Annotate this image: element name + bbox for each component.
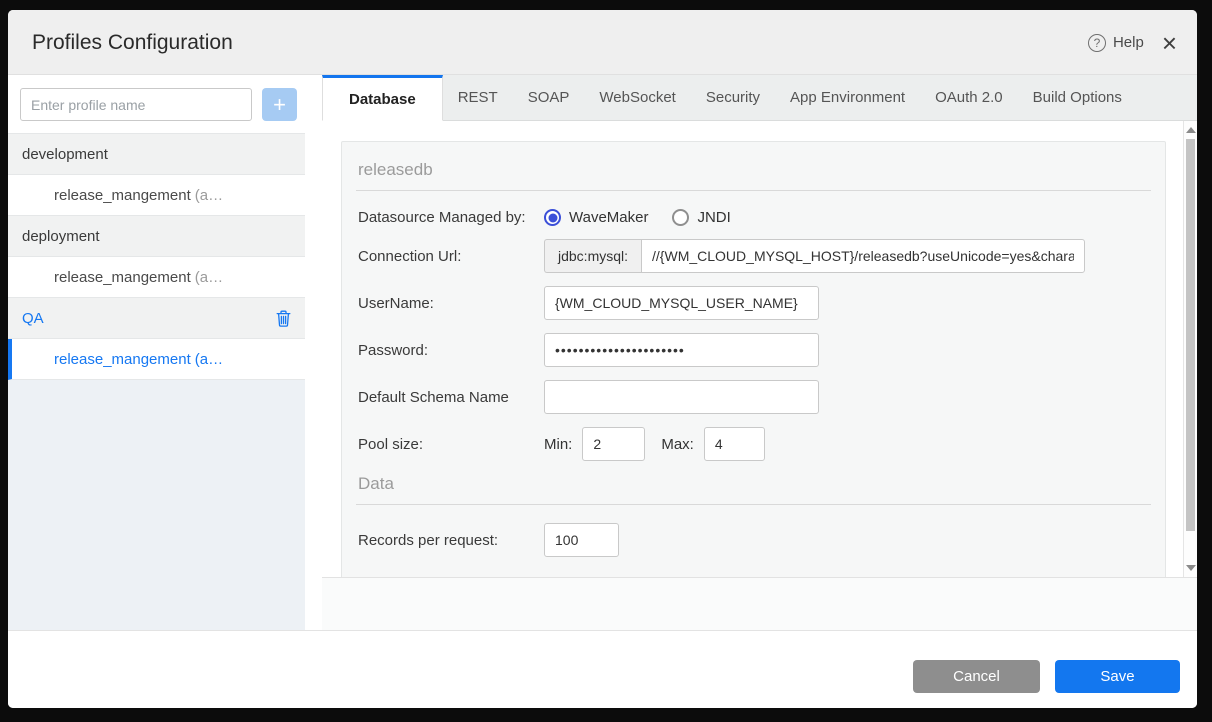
pool-min-input[interactable] [582, 427, 646, 461]
close-icon[interactable]: × [1160, 30, 1179, 56]
profile-label: release_mangement [54, 350, 191, 368]
help-label: Help [1112, 34, 1144, 51]
jdbc-prefix-addon: jdbc:mysql: [544, 239, 642, 273]
records-per-request-row: Records per request: [356, 523, 1151, 557]
save-button[interactable]: Save [1055, 660, 1180, 693]
dialog-footer: Cancel Save [8, 630, 1197, 708]
sidebar-item-release-mangement[interactable]: release_mangement (a… [8, 257, 305, 298]
datasource-title: releasedb [358, 160, 433, 179]
radio-wavemaker[interactable]: WaveMaker [544, 209, 648, 226]
sidebar-group-development[interactable]: development [8, 134, 305, 175]
radio-unselected-icon [672, 209, 690, 226]
password-input[interactable] [544, 333, 819, 367]
pool-size-row: Pool size: Min: Max: [356, 427, 1151, 461]
sidebar-group-deployment[interactable]: deployment [8, 216, 305, 257]
section-divider [356, 504, 1151, 505]
tab-rest[interactable]: REST [443, 75, 513, 120]
profile-label-suffix: (a… [194, 350, 224, 368]
profile-search-row: + [8, 76, 305, 134]
group-label: QA [22, 309, 44, 327]
database-tab-content: releasedb Datasource Managed by: WaveMak… [322, 121, 1185, 577]
pool-max-label: Max: [661, 435, 694, 453]
connection-url-input[interactable] [641, 239, 1086, 273]
field-label: Datasource Managed by: [358, 209, 526, 226]
scroll-down-icon[interactable] [1185, 565, 1196, 571]
cancel-button[interactable]: Cancel [913, 660, 1040, 693]
tab-websocket[interactable]: WebSocket [584, 75, 690, 120]
data-section-title: Data [358, 474, 394, 493]
group-label: deployment [22, 227, 100, 245]
datasource-card: releasedb Datasource Managed by: WaveMak… [341, 141, 1166, 577]
tab-oauth[interactable]: OAuth 2.0 [920, 75, 1018, 120]
profiles-sidebar: + development release_mangement (a… depl… [8, 76, 305, 630]
section-divider [356, 190, 1151, 191]
sidebar-item-release-mangement-selected[interactable]: release_mangement (a… [8, 339, 305, 380]
sidebar-item-release-mangement[interactable]: release_mangement (a… [8, 175, 305, 216]
username-input[interactable] [544, 286, 819, 320]
radio-label: WaveMaker [569, 209, 649, 226]
connection-url-row: Connection Url: jdbc:mysql: [356, 239, 1151, 273]
profile-label: release_mangement [54, 268, 191, 286]
scrollbar-thumb[interactable] [1186, 139, 1195, 531]
field-label: Pool size: [358, 435, 424, 453]
scroll-up-icon[interactable] [1185, 127, 1196, 133]
content-scrollbar[interactable] [1183, 121, 1197, 577]
help-button[interactable]: ? Help [1087, 33, 1144, 52]
add-profile-button[interactable]: + [262, 88, 297, 121]
config-tabbar: Database REST SOAP WebSocket Security Ap… [322, 75, 1197, 121]
default-schema-input[interactable] [544, 380, 819, 414]
radio-selected-icon [544, 209, 561, 226]
profiles-configuration-dialog: Profiles Configuration ? Help × + develo… [8, 10, 1197, 708]
tab-soap[interactable]: SOAP [513, 75, 585, 120]
field-label: Default Schema Name [358, 388, 509, 406]
help-icon: ? [1087, 33, 1106, 52]
pool-max-input[interactable] [703, 427, 765, 461]
radio-label: JNDI [697, 209, 731, 226]
tab-security[interactable]: Security [691, 75, 775, 120]
field-label: UserName: [358, 294, 434, 312]
group-label: development [22, 145, 108, 163]
page-title: Profiles Configuration [32, 31, 233, 54]
datasource-managed-row: Datasource Managed by: WaveMaker JNDI [356, 209, 1151, 226]
username-row: UserName: [356, 286, 1151, 320]
pool-min-label: Min: [544, 435, 573, 453]
default-schema-row: Default Schema Name [356, 380, 1151, 414]
tab-database[interactable]: Database [322, 75, 443, 121]
tab-app-environment[interactable]: App Environment [775, 75, 920, 120]
profile-label: release_mangement [54, 186, 191, 204]
profile-label-suffix: (a… [194, 186, 224, 204]
field-label: Records per request: [358, 531, 499, 549]
radio-jndi[interactable]: JNDI [672, 209, 731, 226]
dialog-header: Profiles Configuration ? Help × [8, 10, 1197, 75]
field-label: Password: [358, 341, 429, 359]
content-footer-strip [322, 577, 1197, 630]
field-label: Connection Url: [358, 247, 462, 265]
delete-profile-icon[interactable] [276, 310, 291, 327]
records-per-request-input[interactable] [544, 523, 619, 557]
tab-build-options[interactable]: Build Options [1018, 75, 1137, 120]
profile-name-input[interactable] [20, 88, 252, 121]
password-row: Password: [356, 333, 1151, 367]
sidebar-group-qa[interactable]: QA [8, 298, 305, 339]
profile-label-suffix: (a… [194, 268, 224, 286]
